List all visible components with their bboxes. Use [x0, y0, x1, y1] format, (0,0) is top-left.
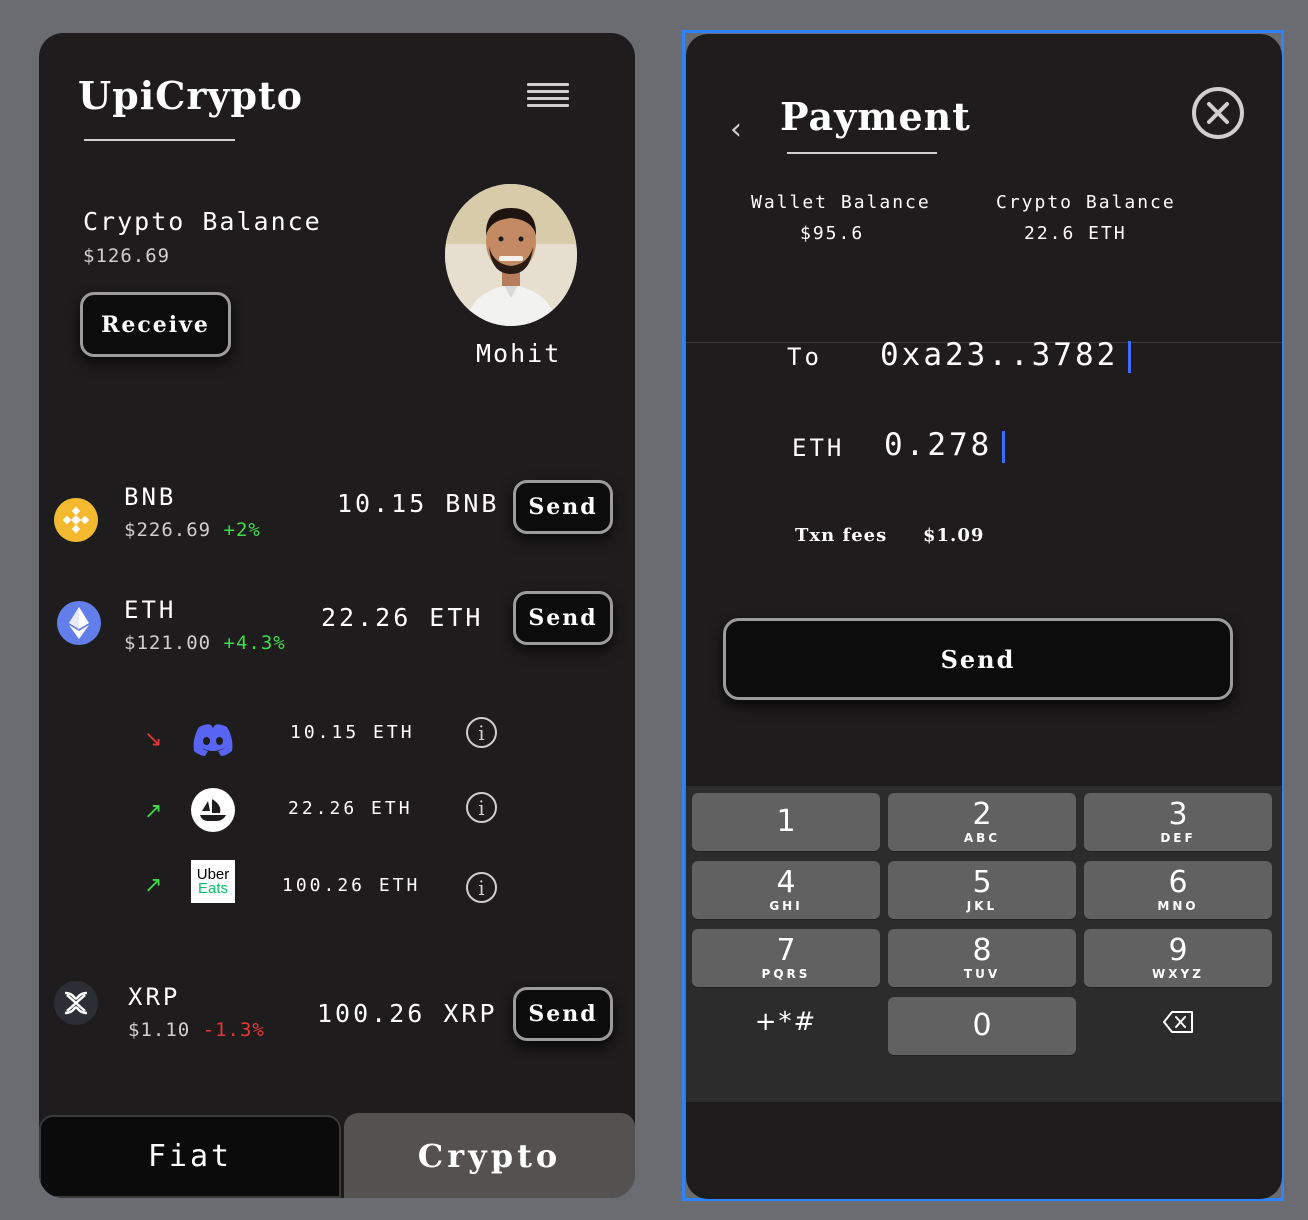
close-icon[interactable] — [1192, 87, 1244, 139]
coin-name: BNB — [124, 483, 177, 511]
coin-amount: 100.26 XRP — [317, 999, 498, 1028]
coin-price-row: $1.10 -1.3% — [128, 1019, 265, 1041]
coin-change: +4.3% — [223, 632, 286, 654]
receive-button[interactable]: Receive — [80, 292, 231, 357]
discord-icon — [191, 718, 235, 762]
uber-eats-icon: Uber Eats — [191, 860, 235, 903]
crypto-balance-value: 22.6 ETH — [1024, 223, 1127, 244]
amount-value: 0.278 — [884, 427, 993, 463]
coin-amount: 22.26 ETH — [321, 603, 484, 632]
key-letters: PQRS — [761, 967, 811, 981]
to-label: To — [787, 343, 822, 371]
amount-field[interactable]: 0.278 — [884, 427, 1006, 463]
key-digit: 5 — [972, 865, 992, 900]
key-2[interactable]: 2 ABC — [888, 793, 1076, 851]
avatar[interactable] — [445, 184, 577, 326]
key-letters: GHI — [769, 899, 803, 913]
info-icon[interactable]: i — [466, 872, 497, 903]
key-0[interactable]: 0 — [888, 997, 1076, 1055]
coin-price: $1.10 — [128, 1019, 191, 1041]
to-address-field[interactable]: 0xa23..3782 — [880, 337, 1132, 373]
key-digit: 9 — [1168, 933, 1188, 968]
key-digit: 2 — [972, 797, 992, 832]
eth-icon — [57, 601, 101, 645]
send-eth-button[interactable]: Send — [513, 591, 613, 645]
coin-change: +2% — [223, 519, 261, 541]
tab-fiat[interactable]: Fiat — [39, 1115, 341, 1198]
numeric-keypad: 1 2 ABC 3 DEF 4 GHI 5 JKL 6 MNO 7 PQRS 8 — [686, 786, 1282, 1102]
opensea-icon — [191, 788, 235, 832]
balance-value: $126.69 — [83, 245, 171, 267]
fees-label: Txn fees — [795, 525, 888, 546]
coin-price-row: $121.00 +4.3% — [124, 632, 286, 654]
backspace-icon[interactable] — [1084, 993, 1272, 1051]
key-symbols[interactable]: +*# — [692, 993, 880, 1051]
key-9[interactable]: 9 WXYZ — [1084, 929, 1272, 987]
title-underline — [787, 152, 937, 154]
key-letters: TUV — [963, 967, 1001, 981]
back-chevron-icon[interactable]: ‹ — [730, 112, 742, 147]
key-digit: 6 — [1168, 865, 1188, 900]
key-6[interactable]: 6 MNO — [1084, 861, 1272, 919]
coin-change: -1.3% — [202, 1019, 265, 1041]
transaction-amount: 100.26 ETH — [282, 875, 421, 896]
wallet-balance-label: Wallet Balance — [751, 192, 931, 213]
coin-name: XRP — [128, 983, 181, 1011]
key-digit: 3 — [1168, 797, 1188, 832]
payment-screen: ‹ Payment Wallet Balance $95.6 Crypto Ba… — [686, 34, 1282, 1199]
send-xrp-button[interactable]: Send — [513, 987, 613, 1041]
transaction-amount: 10.15 ETH — [290, 722, 415, 743]
outgoing-arrow-icon: ↗ — [144, 799, 163, 824]
key-7[interactable]: 7 PQRS — [692, 929, 880, 987]
key-5[interactable]: 5 JKL — [888, 861, 1076, 919]
key-digit: 0 — [972, 1008, 992, 1043]
key-8[interactable]: 8 TUV — [888, 929, 1076, 987]
coin-price-row: $226.69 +2% — [124, 519, 261, 541]
key-digit: 1 — [776, 804, 796, 839]
key-letters: ABC — [963, 831, 1001, 845]
incoming-arrow-icon: ↘ — [144, 727, 163, 752]
key-4[interactable]: 4 GHI — [692, 861, 880, 919]
outgoing-arrow-icon: ↗ — [144, 873, 163, 898]
wallet-screen: UpiCrypto Crypto Balance $126.69 Receive… — [39, 33, 635, 1198]
key-1[interactable]: 1 — [692, 793, 880, 851]
info-icon[interactable]: i — [466, 717, 497, 748]
user-name: Mohit — [476, 339, 562, 368]
coin-amount: 10.15 BNB — [337, 489, 500, 518]
coin-price: $226.69 — [124, 519, 212, 541]
coin-name: ETH — [124, 596, 177, 624]
info-icon[interactable]: i — [466, 792, 497, 823]
key-letters: WXYZ — [1152, 967, 1204, 981]
key-digit: 7 — [776, 933, 796, 968]
to-address-value: 0xa23..3782 — [880, 337, 1119, 373]
crypto-balance-label: Crypto Balance — [996, 192, 1176, 213]
coin-price: $121.00 — [124, 632, 212, 654]
wallet-balance-value: $95.6 — [800, 223, 865, 244]
fees-value: $1.09 — [923, 525, 985, 546]
key-digit: 4 — [776, 865, 796, 900]
text-caret — [1128, 340, 1132, 373]
tab-crypto[interactable]: Crypto — [344, 1113, 635, 1198]
bnb-icon — [54, 498, 98, 542]
app-title: UpiCrypto — [78, 73, 303, 118]
page-title: Payment — [780, 94, 971, 139]
key-3[interactable]: 3 DEF — [1084, 793, 1272, 851]
key-letters: DEF — [1160, 831, 1196, 845]
xrp-icon — [54, 981, 98, 1025]
text-caret — [1002, 430, 1006, 463]
eats-text: Eats — [197, 879, 228, 897]
transaction-amount: 22.26 ETH — [288, 798, 413, 819]
key-letters: MNO — [1157, 899, 1199, 913]
key-letters: JKL — [966, 899, 998, 913]
title-underline — [84, 139, 235, 141]
hamburger-menu-icon[interactable] — [527, 83, 569, 113]
balance-label: Crypto Balance — [83, 207, 322, 236]
key-digit: 8 — [972, 933, 992, 968]
amount-currency-label: ETH — [792, 434, 845, 462]
send-bnb-button[interactable]: Send — [513, 480, 613, 534]
send-button[interactable]: Send — [723, 618, 1233, 700]
